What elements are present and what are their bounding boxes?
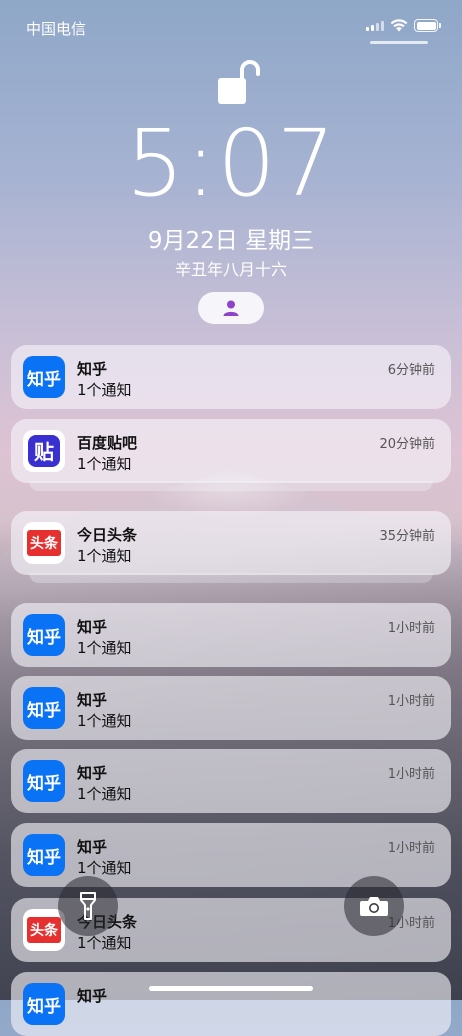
tieba-app-icon: 贴 (23, 430, 65, 472)
notification-card[interactable]: 知乎 知乎 (11, 972, 451, 1036)
signal-icon (366, 21, 384, 31)
zhihu-app-icon: 知乎 (23, 614, 65, 656)
notification-time: 1小时前 (387, 841, 435, 856)
notification-body: 1个通知 (77, 381, 132, 399)
zhihu-app-icon: 知乎 (23, 983, 65, 1025)
camera-button[interactable] (344, 876, 404, 936)
notification-title: 知乎 (77, 691, 108, 709)
notification-card[interactable]: 贴 百度贴吧 1个通知 20分钟前 (11, 419, 451, 491)
notification-card[interactable]: 头条 今日头条 1个通知 35分钟前 (11, 511, 451, 583)
lock-time: 5:07 (125, 110, 337, 217)
toutiao-app-icon: 头条 (23, 522, 65, 564)
notification-title: 百度贴吧 (77, 434, 138, 452)
notification-card[interactable]: 知乎 知乎 1个通知 1小时前 (11, 676, 451, 740)
focus-profile-button[interactable] (198, 292, 264, 324)
lock-date: 9月22日 星期三 (147, 228, 315, 254)
notification-time: 1小时前 (387, 767, 435, 782)
notification-card[interactable]: 知乎 知乎 1个通知 1小时前 (11, 603, 451, 667)
control-center-indicator[interactable] (370, 41, 428, 44)
zhihu-app-icon: 知乎 (23, 356, 65, 398)
notification-body: 1个通知 (77, 455, 132, 473)
notification-body: 1个通知 (77, 547, 132, 565)
notification-time: 20分钟前 (379, 437, 435, 452)
notification-title: 知乎 (77, 360, 108, 378)
notification-title: 知乎 (77, 618, 108, 636)
notification-card[interactable]: 知乎 知乎 1个通知 1小时前 (11, 749, 451, 813)
notification-card[interactable]: 知乎 知乎 1个通知 6分钟前 (11, 345, 451, 409)
notification-title: 今日头条 (77, 526, 138, 544)
camera-icon (360, 897, 388, 916)
notification-body: 1个通知 (77, 639, 132, 657)
notification-title: 知乎 (77, 764, 108, 782)
notification-time: 6分钟前 (387, 363, 435, 378)
notification-time: 35分钟前 (379, 529, 435, 544)
zhihu-app-icon: 知乎 (23, 760, 65, 802)
wifi-icon (390, 17, 408, 36)
zhihu-app-icon: 知乎 (23, 687, 65, 729)
person-icon (223, 300, 239, 316)
flashlight-icon (80, 892, 96, 920)
lunar-date: 辛丑年八月十六 (174, 260, 287, 279)
lock-open-icon (216, 58, 260, 112)
notification-time: 1小时前 (387, 621, 435, 636)
notification-time: 1小时前 (387, 694, 435, 709)
notification-title: 知乎 (77, 987, 108, 1005)
notification-title: 知乎 (77, 838, 108, 856)
flashlight-button[interactable] (58, 876, 118, 936)
battery-icon (414, 19, 441, 32)
home-indicator[interactable] (149, 986, 313, 991)
svg-text:贴: 贴 (34, 440, 54, 464)
carrier-label: 中国电信 (26, 20, 87, 38)
notification-body: 1个通知 (77, 712, 132, 730)
notification-body: 1个通知 (77, 859, 132, 877)
zhihu-app-icon: 知乎 (23, 834, 65, 876)
notification-body: 1个通知 (77, 785, 132, 803)
status-bar: 中国电信 (0, 0, 462, 50)
